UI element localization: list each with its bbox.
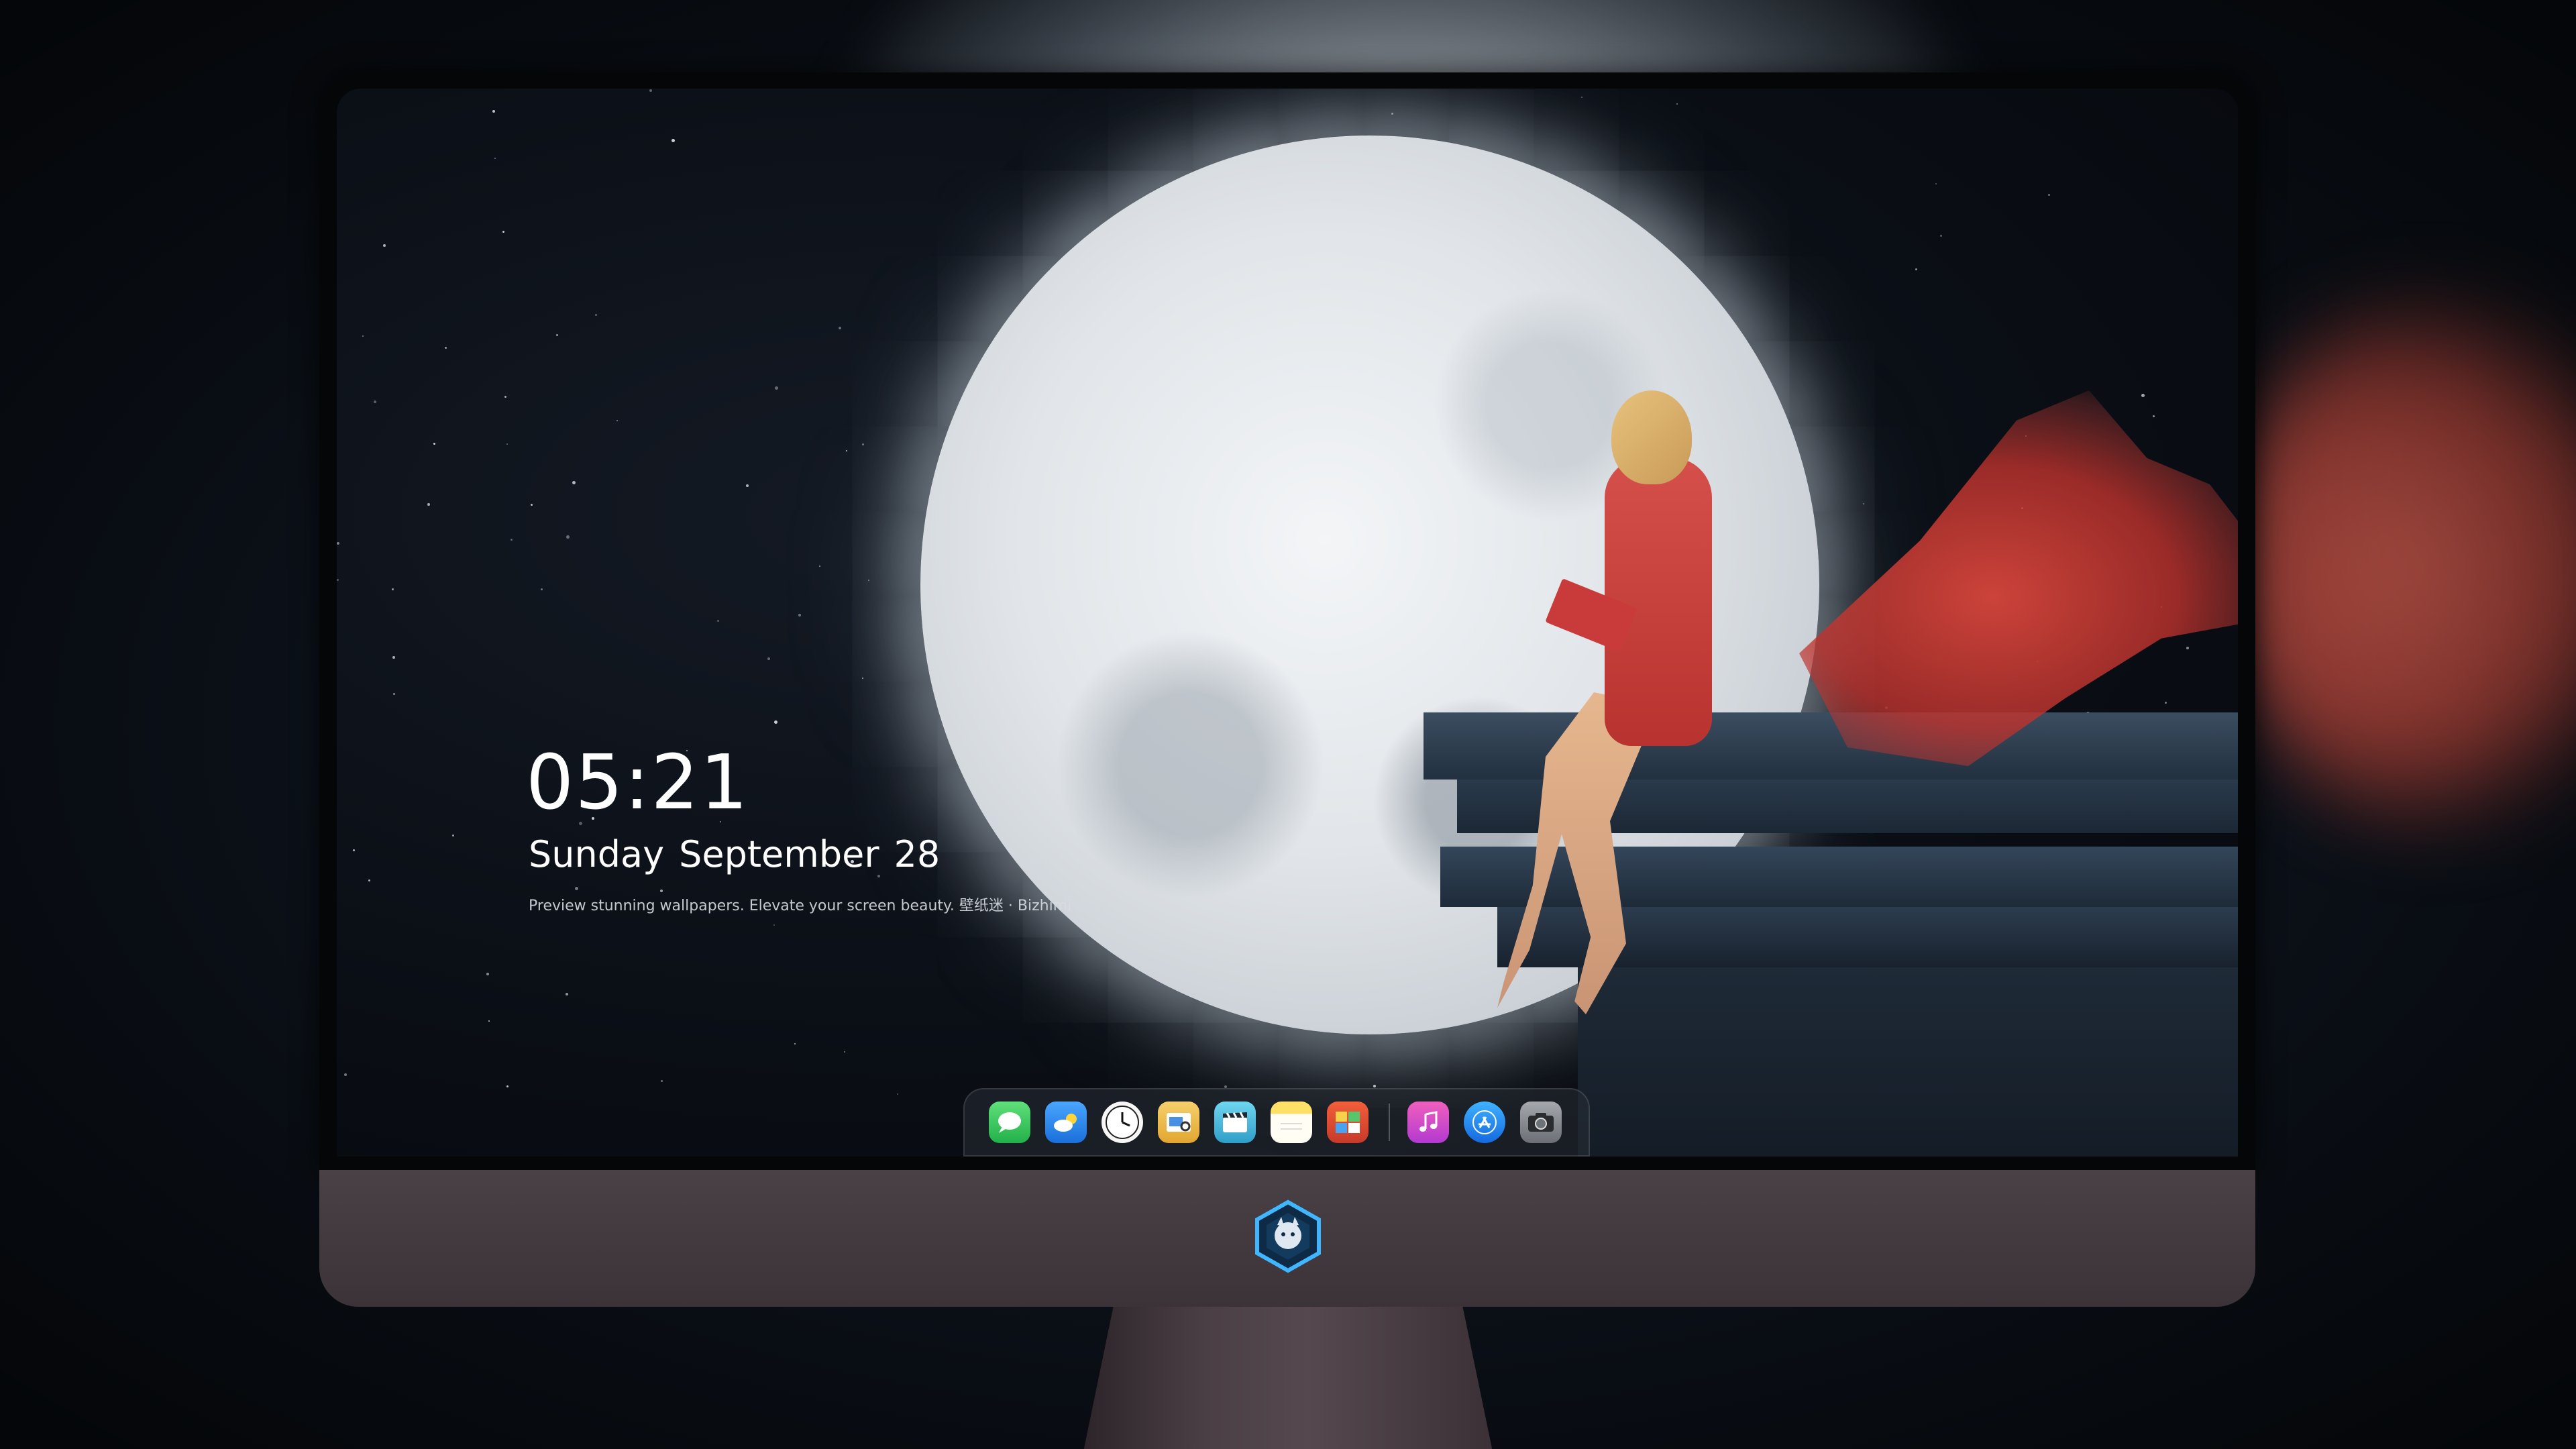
star [861, 443, 864, 445]
star [506, 1085, 509, 1087]
star [717, 619, 720, 622]
star [660, 1080, 663, 1083]
notes-icon[interactable] [1271, 1102, 1312, 1143]
star [1939, 235, 1942, 237]
star [616, 419, 618, 421]
star [846, 450, 848, 452]
wallpaper-tagline: Preview stunning wallpapers. Elevate you… [529, 898, 1072, 914]
star [595, 313, 598, 316]
clock-icon[interactable] [1102, 1102, 1143, 1143]
star [511, 539, 513, 541]
star [556, 333, 559, 336]
star [343, 1073, 347, 1076]
star [672, 139, 676, 143]
star [868, 580, 870, 582]
dock [963, 1088, 1590, 1157]
messages-icon[interactable] [989, 1102, 1030, 1143]
star [566, 535, 570, 539]
star [1373, 1084, 1376, 1087]
star [504, 395, 507, 398]
star [773, 720, 777, 724]
music-icon[interactable] [1407, 1102, 1449, 1143]
star [649, 89, 653, 93]
star [383, 244, 386, 247]
star [427, 503, 431, 506]
monitor-bezel: 05:21 Sunday September 28 Preview stunning… [319, 72, 2255, 1173]
star [794, 1043, 796, 1045]
star [392, 588, 394, 591]
woman-reading-figure [1175, 317, 2238, 1055]
app-store-icon[interactable] [1464, 1102, 1505, 1143]
lock-screen: 05:21 Sunday September 28 Preview stunning… [337, 89, 2238, 1157]
star [444, 347, 447, 350]
star [451, 835, 454, 837]
day-label: 28 [894, 833, 941, 875]
star [565, 993, 568, 996]
star [530, 503, 533, 506]
star [767, 657, 771, 661]
star [862, 678, 864, 680]
star [337, 541, 340, 545]
star [337, 578, 339, 581]
star [540, 588, 543, 590]
star [839, 327, 842, 330]
monitor-stand-neck [1080, 1307, 1496, 1449]
lock-date: Sunday September 28 [529, 833, 940, 875]
clips-icon[interactable] [1214, 1102, 1256, 1143]
star [392, 692, 395, 695]
star [392, 655, 396, 659]
star [572, 481, 576, 485]
month-label: September [679, 833, 879, 875]
monitor: 05:21 Sunday September 28 Preview stunning… [319, 72, 2255, 1449]
preview-icon[interactable] [1158, 1102, 1199, 1143]
star [745, 484, 749, 488]
star [373, 400, 376, 403]
star [1580, 96, 1582, 98]
star [433, 442, 436, 445]
camera-icon[interactable] [1520, 1102, 1562, 1143]
star [1676, 103, 1678, 105]
star [774, 386, 778, 390]
photo-booth-icon[interactable] [1327, 1102, 1368, 1143]
flowing-red-dress [1799, 390, 2238, 766]
star [486, 973, 489, 976]
star [574, 886, 578, 890]
weekday-label: Sunday [529, 833, 665, 875]
weather-icon[interactable] [1045, 1102, 1087, 1143]
star [506, 443, 508, 445]
star [362, 335, 364, 337]
star [773, 924, 775, 926]
star [352, 849, 355, 852]
star [843, 1051, 845, 1053]
star [368, 879, 371, 882]
star [2048, 194, 2051, 197]
star [1391, 113, 1393, 115]
star [659, 889, 663, 892]
dock-separator [1389, 1104, 1390, 1141]
figure-head [1611, 390, 1692, 484]
lock-clock: 05:21 [526, 739, 749, 826]
star [2186, 647, 2189, 650]
star [896, 1093, 898, 1095]
star [502, 231, 504, 233]
star [488, 1020, 490, 1022]
wolf-logo-icon [1255, 1199, 1321, 1273]
star [1935, 182, 1937, 184]
star [798, 613, 801, 616]
star [492, 109, 495, 113]
star [494, 157, 496, 159]
star [818, 566, 820, 568]
star [1915, 268, 1917, 270]
